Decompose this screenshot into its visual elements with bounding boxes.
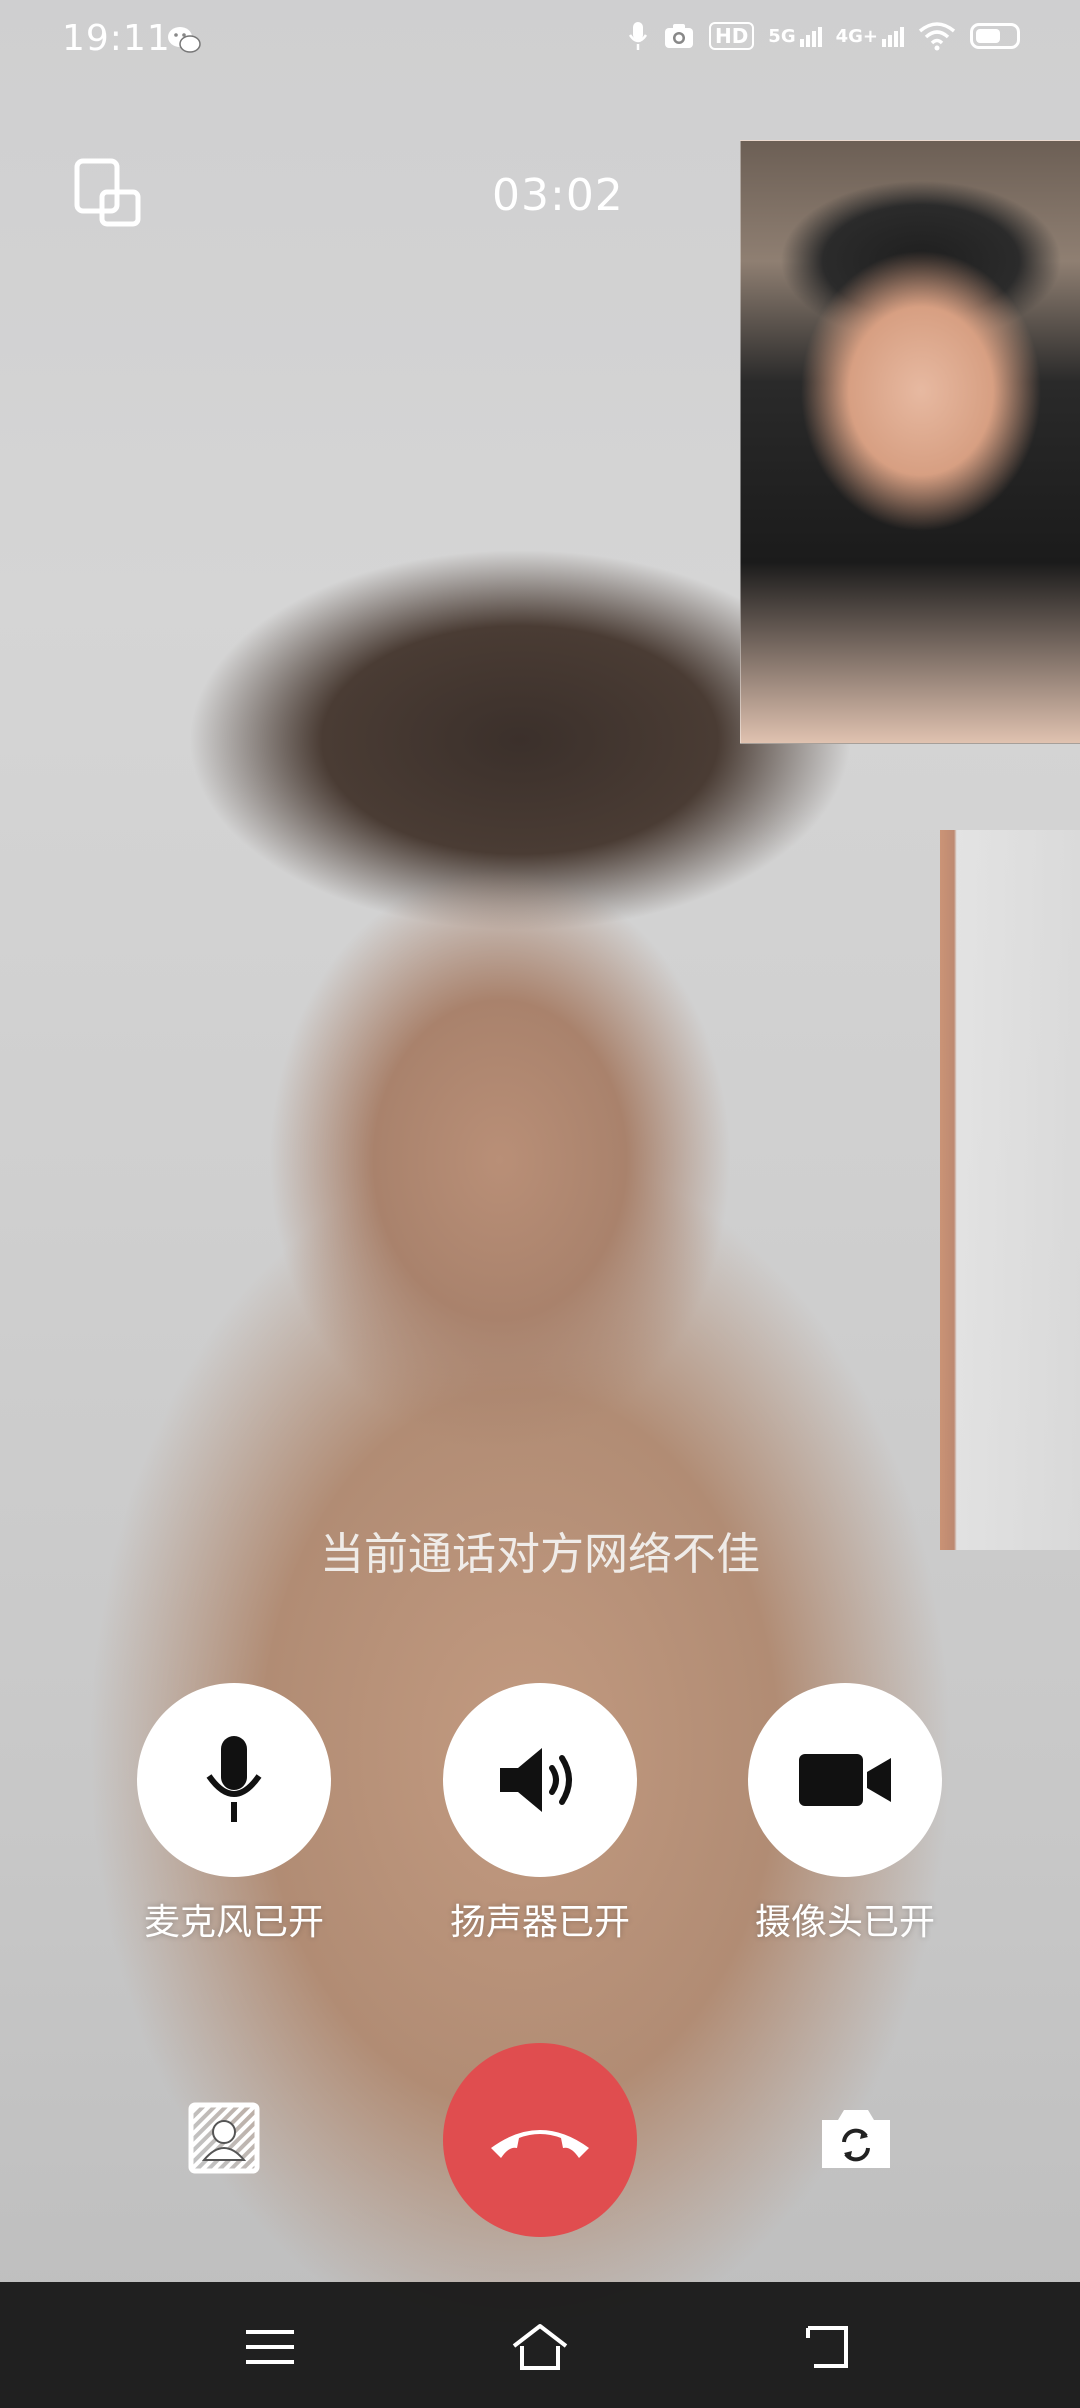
hang-up-icon bbox=[491, 2130, 589, 2158]
hd-icon: HD bbox=[708, 22, 755, 50]
background-effects-icon[interactable] bbox=[188, 2102, 260, 2174]
5g-signal-icon: 5G bbox=[768, 25, 822, 47]
video-camera-icon bbox=[799, 1754, 891, 1806]
4g-label: 4G+ bbox=[835, 25, 878, 47]
home-icon[interactable] bbox=[510, 2322, 570, 2372]
microphone-icon bbox=[206, 1736, 262, 1822]
menu-icon[interactable] bbox=[242, 2322, 298, 2372]
5g-label: 5G bbox=[768, 25, 796, 47]
camera-button[interactable] bbox=[748, 1683, 942, 1877]
speaker-icon bbox=[500, 1748, 572, 1812]
network-warning: 当前通话对方网络不佳 bbox=[320, 1529, 760, 1580]
speaker-label: 扬声器已开 bbox=[449, 1902, 630, 1943]
status-time: 19:11 bbox=[62, 18, 171, 59]
4g-signal-icon: 4G+ bbox=[836, 26, 904, 47]
status-bar: 19:11 HD 5G 4G+ bbox=[0, 0, 1080, 84]
switch-camera-icon[interactable] bbox=[818, 2106, 894, 2172]
hang-up-button[interactable] bbox=[443, 2043, 637, 2237]
microphone-in-use-icon bbox=[628, 22, 647, 50]
camera-toggle[interactable]: 摄像头已开 bbox=[748, 1683, 942, 1945]
microphone-toggle[interactable]: 麦克风已开 bbox=[137, 1683, 331, 1945]
speaker-toggle[interactable]: 扬声器已开 bbox=[443, 1683, 637, 1945]
call-timer: 03:02 bbox=[492, 170, 624, 221]
microphone-button[interactable] bbox=[137, 1683, 331, 1877]
status-icons: HD 5G 4G+ bbox=[627, 20, 1020, 52]
local-video-preview[interactable] bbox=[740, 140, 1080, 744]
speaker-button[interactable] bbox=[443, 1683, 637, 1877]
navigation-bar bbox=[0, 2282, 1080, 2408]
back-icon[interactable] bbox=[800, 2322, 856, 2372]
camera-label: 摄像头已开 bbox=[754, 1902, 935, 1943]
wifi-icon bbox=[918, 22, 956, 51]
wechat-icon bbox=[168, 27, 201, 53]
minimize-window-icon[interactable] bbox=[74, 158, 142, 228]
camera-in-use-icon bbox=[664, 24, 693, 48]
microphone-label: 麦克风已开 bbox=[143, 1902, 324, 1943]
battery-icon bbox=[970, 23, 1020, 49]
background-door bbox=[940, 830, 1080, 1550]
